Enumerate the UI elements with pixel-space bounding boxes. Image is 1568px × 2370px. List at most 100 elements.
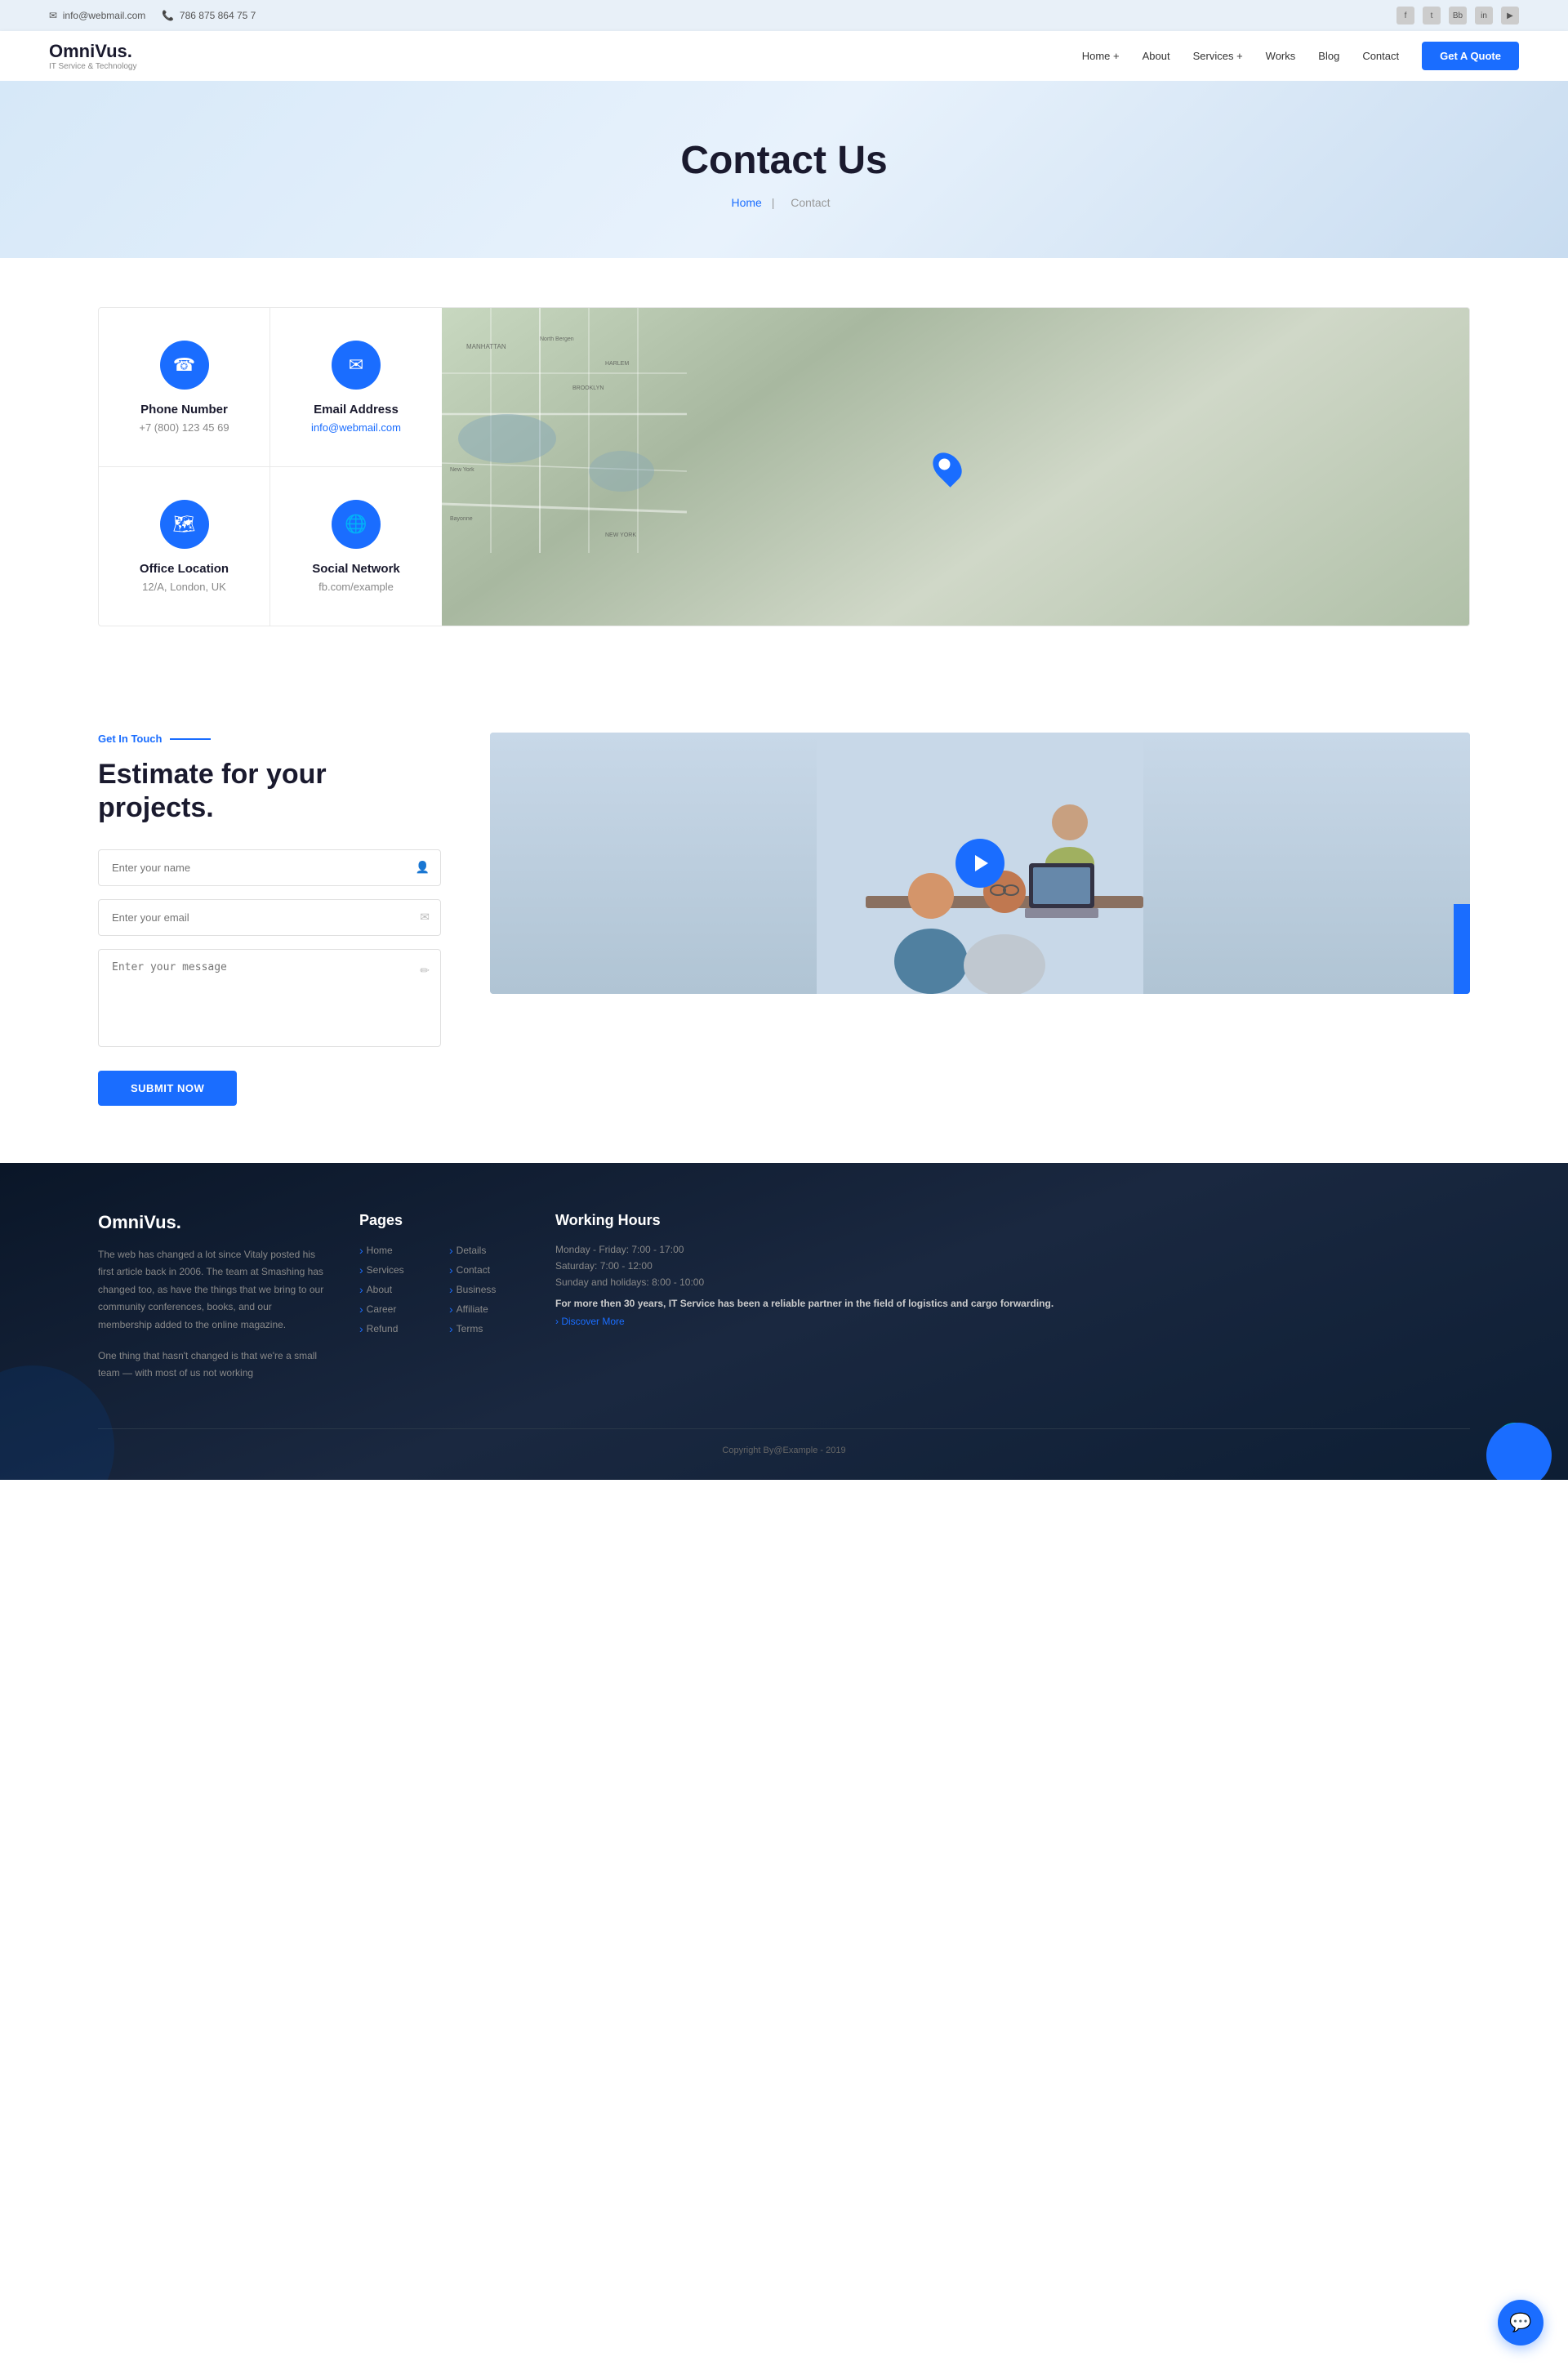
blue-accent-bar (1454, 904, 1470, 994)
footer-logo: OmniVus. (98, 1212, 327, 1233)
location-card-title: Office Location (115, 562, 253, 576)
nav-home[interactable]: Home + (1082, 50, 1120, 62)
get-quote-button[interactable]: Get A Quote (1422, 42, 1519, 70)
svg-text:New York: New York (450, 467, 474, 473)
name-input[interactable] (98, 849, 441, 886)
email-icon: ✉ (49, 10, 57, 21)
mail-icon: ✉ (420, 911, 430, 924)
footer-link-career[interactable]: Career (359, 1303, 433, 1316)
footer-desc-1: The web has changed a lot since Vitaly p… (98, 1246, 327, 1334)
name-field-wrapper: 👤 (98, 849, 441, 886)
people-scene (490, 733, 1470, 994)
email-card-icon: ✉ (332, 341, 381, 390)
section-tag: Get In Touch (98, 733, 441, 745)
map-area: MANHATTAN BROOKLYN New York North Bergen… (442, 308, 1469, 626)
nav-about[interactable]: About (1143, 50, 1170, 62)
footer-desc-2: One thing that hasn't changed is that we… (98, 1348, 327, 1383)
top-bar: ✉ info@webmail.com 📞 786 875 864 75 7 f … (0, 0, 1568, 31)
contact-section: ☎ Phone Number +7 (800) 123 45 69 ✉ Emai… (0, 258, 1568, 675)
nav-contact[interactable]: Contact (1362, 50, 1399, 62)
dribbble-icon[interactable]: Bb (1449, 7, 1467, 25)
twitter-icon[interactable]: t (1423, 7, 1441, 25)
page-title: Contact Us (16, 138, 1552, 183)
chat-bubble[interactable]: 💬 (1498, 2300, 1544, 2345)
contact-cards: ☎ Phone Number +7 (800) 123 45 69 ✉ Emai… (99, 308, 442, 626)
estimate-inner: Get In Touch Estimate for your projects.… (98, 733, 1470, 1106)
phone-card: ☎ Phone Number +7 (800) 123 45 69 (99, 308, 270, 467)
footer-pages-col: Pages Home Details Services Contact Abou… (359, 1212, 523, 1396)
footer-circle-1 (0, 1365, 114, 1480)
breadcrumb: Home | Contact (16, 196, 1552, 209)
svg-text:Bayonne: Bayonne (450, 516, 473, 522)
facebook-icon[interactable]: f (1396, 7, 1414, 25)
submit-button[interactable]: Submit Now (98, 1071, 237, 1106)
nav-services[interactable]: Services + (1193, 50, 1243, 62)
email-field-wrapper: ✉ (98, 899, 441, 936)
social-card-title: Social Network (287, 562, 425, 576)
navbar: OmniVus. IT Service & Technology Home + … (0, 31, 1568, 81)
footer-link-home[interactable]: Home (359, 1244, 433, 1257)
phone-icon: 📞 (162, 10, 174, 21)
location-card-value: 12/A, London, UK (115, 581, 253, 593)
email-card-title: Email Address (287, 403, 425, 417)
footer-link-services[interactable]: Services (359, 1263, 433, 1276)
svg-text:MANHATTAN: MANHATTAN (466, 343, 506, 350)
hours-row-3: Sunday and holidays: 8:00 - 10:00 (555, 1276, 1470, 1288)
footer-copyright: Copyright By@Example - 2019 (98, 1428, 1470, 1455)
svg-text:BROOKLYN: BROOKLYN (572, 385, 604, 391)
message-input[interactable] (98, 949, 441, 1047)
hours-row-1: Monday - Friday: 7:00 - 17:00 (555, 1244, 1470, 1255)
breadcrumb-current: Contact (791, 196, 830, 209)
hero-banner: Contact Us Home | Contact (0, 81, 1568, 258)
svg-text:HARLEM: HARLEM (605, 361, 629, 367)
play-button[interactable] (956, 839, 1004, 888)
estimate-form-col: Get In Touch Estimate for your projects.… (98, 733, 441, 1106)
footer-brand-col: OmniVus. The web has changed a lot since… (98, 1212, 327, 1396)
nav-works[interactable]: Works (1266, 50, 1296, 62)
nav-blog[interactable]: Blog (1318, 50, 1339, 62)
logo: OmniVus. IT Service & Technology (49, 41, 136, 71)
location-card: 🗺 Office Location 12/A, London, UK (99, 467, 270, 626)
nav-links: Home + About Services + Works Blog Conta… (1082, 42, 1519, 70)
email-link[interactable]: info@webmail.com (311, 421, 401, 434)
phone-card-title: Phone Number (115, 403, 253, 417)
footer-link-affiliate[interactable]: Affiliate (449, 1303, 523, 1316)
phone-card-icon: ☎ (160, 341, 209, 390)
top-bar-contact: ✉ info@webmail.com 📞 786 875 864 75 7 (49, 10, 256, 21)
footer-link-contact[interactable]: Contact (449, 1263, 523, 1276)
image-box (490, 733, 1470, 994)
social-icons: f t Bb in ▶ (1396, 7, 1519, 25)
message-field-wrapper: ✏ (98, 949, 441, 1051)
hours-row-2: Saturday: 7:00 - 12:00 (555, 1260, 1470, 1272)
footer-link-details[interactable]: Details (449, 1244, 523, 1257)
linkedin-icon[interactable]: in (1475, 7, 1493, 25)
footer-hours-col: Working Hours Monday - Friday: 7:00 - 17… (555, 1212, 1470, 1396)
map-placeholder: MANHATTAN BROOKLYN New York North Bergen… (442, 308, 1469, 626)
footer-pages-title: Pages (359, 1212, 523, 1229)
email-info: ✉ info@webmail.com (49, 10, 145, 21)
hours-note: For more then 30 years, IT Service has b… (555, 1298, 1470, 1309)
location-card-icon: 🗺 (160, 500, 209, 549)
social-card: 🌐 Social Network fb.com/example (270, 467, 442, 626)
footer-link-about[interactable]: About (359, 1283, 433, 1296)
user-icon: 👤 (416, 861, 430, 875)
discover-link[interactable]: › Discover More (555, 1316, 625, 1327)
youtube-icon[interactable]: ▶ (1501, 7, 1519, 25)
footer-link-terms[interactable]: Terms (449, 1322, 523, 1335)
social-card-value: fb.com/example (287, 581, 425, 593)
footer-links-grid: Home Details Services Contact About Busi… (359, 1244, 523, 1335)
email-input[interactable] (98, 899, 441, 936)
email-card-value: info@webmail.com (287, 421, 425, 434)
svg-text:North Bergen: North Bergen (540, 336, 574, 342)
estimate-image-col (490, 733, 1470, 994)
svg-text:NEW YORK: NEW YORK (605, 532, 636, 538)
footer-hours-title: Working Hours (555, 1212, 1470, 1229)
phone-card-value: +7 (800) 123 45 69 (115, 421, 253, 434)
edit-icon: ✏ (420, 964, 430, 978)
breadcrumb-separator: | (772, 196, 775, 209)
footer-circle-blue (1486, 1423, 1552, 1480)
footer-link-business[interactable]: Business (449, 1283, 523, 1296)
footer: OmniVus. The web has changed a lot since… (0, 1163, 1568, 1480)
footer-link-refund[interactable]: Refund (359, 1322, 433, 1335)
breadcrumb-home[interactable]: Home (731, 196, 761, 209)
